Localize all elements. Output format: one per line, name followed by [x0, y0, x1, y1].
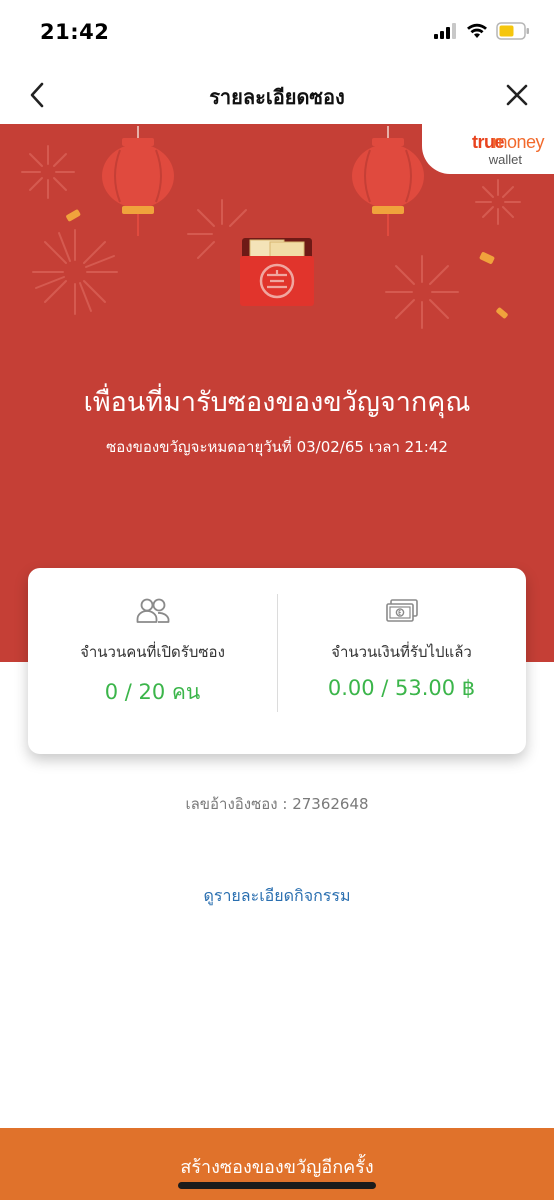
status-icons	[434, 22, 530, 40]
home-indicator	[178, 1182, 376, 1189]
logo-money-text: money	[492, 132, 544, 152]
close-icon	[506, 84, 528, 106]
truemoney-logo: true money wallet	[422, 124, 554, 174]
status-time: 21:42	[40, 20, 110, 44]
opened-count-stat: จำนวนคนที่เปิดรับซอง 0 / 20 คน	[28, 568, 277, 754]
reference-value: 27362648	[292, 795, 369, 813]
lantern-icon-right	[352, 126, 424, 236]
lantern-icon-left	[102, 126, 174, 236]
banknotes-icon	[385, 599, 418, 622]
logo-wallet-text: wallet	[488, 152, 522, 167]
create-envelope-again-button[interactable]: สร้างซองของขวัญอีกครั้ง	[0, 1128, 554, 1200]
stats-card: จำนวนคนที่เปิดรับซอง 0 / 20 คน จำนวนเงิน…	[28, 568, 526, 754]
received-amount-value: 0.00 / 53.00 ฿	[327, 676, 476, 700]
create-envelope-again-label: สร้างซองของขวัญอีกครั้ง	[180, 1157, 374, 1178]
cellular-signal-icon	[434, 23, 456, 39]
reference-number: เลขอ้างอิงซอง : 27362648	[0, 792, 554, 816]
reference-label: เลขอ้างอิงซอง :	[185, 795, 293, 813]
close-button[interactable]	[502, 80, 532, 110]
battery-icon	[496, 22, 529, 40]
nav-bar: รายละเอียดซอง	[0, 66, 554, 124]
people-icon	[136, 598, 169, 623]
received-amount-stat: จำนวนเงินที่รับไปแล้ว 0.00 / 53.00 ฿	[277, 568, 526, 754]
view-activity-link[interactable]: ดูรายละเอียดกิจกรรม	[0, 884, 554, 909]
wifi-icon	[467, 23, 487, 38]
red-envelope-icon	[240, 238, 314, 306]
opened-count-value: 0 / 20 คน	[104, 680, 201, 704]
hero-heading: เพื่อนที่มารับซองของขวัญจากคุณ	[83, 387, 471, 418]
status-bar: 21:42	[0, 0, 554, 66]
expiry-text: ซองของขวัญจะหมดอายุวันที่ 03/02/65 เวลา …	[106, 438, 448, 456]
opened-count-label: จำนวนคนที่เปิดรับซอง	[80, 643, 225, 661]
page-title: รายละเอียดซอง	[209, 85, 345, 109]
received-amount-label: จำนวนเงินที่รับไปแล้ว	[331, 643, 472, 661]
